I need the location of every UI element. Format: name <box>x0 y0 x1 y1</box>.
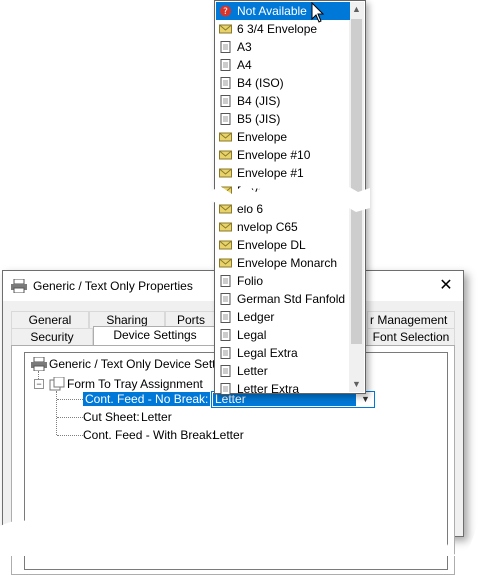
envelope-icon <box>219 204 232 214</box>
page-icon <box>220 77 231 89</box>
dropdown-item[interactable]: Letter Extra <box>216 380 350 398</box>
dropdown-item-label: Not Available <box>237 4 307 18</box>
dropdown-item-label: B4 (ISO) <box>237 76 284 90</box>
svg-text:?: ? <box>223 7 228 17</box>
tab-font-selection[interactable]: Font Selection <box>367 328 455 345</box>
cont-feed-with-break-label[interactable]: Cont. Feed - With Break: <box>83 428 215 442</box>
page-icon <box>220 41 231 53</box>
dropdown-scrollbar[interactable]: ▲ ▼ <box>349 2 364 392</box>
dropdown-item[interactable]: Envelope DL <box>216 236 350 254</box>
envelope-icon <box>219 186 232 196</box>
tab-device-settings[interactable]: Device Settings <box>93 326 217 345</box>
envelope-icon <box>219 150 232 160</box>
envelope-icon <box>219 258 232 268</box>
dropdown-item[interactable]: B5 (JIS) <box>216 110 350 128</box>
tab-color-management[interactable]: r Management <box>367 311 455 328</box>
page-icon <box>220 59 231 71</box>
chevron-down-icon[interactable]: ▼ <box>357 392 374 407</box>
dropdown-item[interactable]: Legal <box>216 326 350 344</box>
dropdown-item-label: Envelope DL <box>237 238 306 252</box>
dropdown-item-label: Envelope #10 <box>237 148 311 162</box>
dropdown-item-label: A3 <box>237 40 252 54</box>
dropdown-item-label: German Std Fanfold <box>237 292 346 306</box>
dropdown-item[interactable]: nvelop C65 <box>216 218 350 236</box>
dropdown-item[interactable]: German Std Fanfold <box>216 290 350 308</box>
dropdown-item-label: Legal Extra <box>237 346 298 360</box>
page-icon <box>220 329 231 341</box>
dropdown-item-label: 6 3/4 Envelope <box>237 22 318 36</box>
tree-root-label: Generic / Text Only Device Setti <box>49 357 219 371</box>
printer-icon <box>11 279 27 293</box>
dropdown-item[interactable]: B4 (ISO) <box>216 74 350 92</box>
envelope-icon <box>219 240 232 250</box>
dropdown-item-label: elo 6 <box>237 202 264 216</box>
dropdown-item[interactable]: Ledger <box>216 308 350 326</box>
tree-connector <box>56 391 57 435</box>
page-icon <box>220 311 231 323</box>
page-icon <box>220 113 231 125</box>
paper-size-dropdown-list[interactable]: ▲ ▼ ? Not Available 6 3/4 Envelope A3 A4 B4 (… <box>214 0 366 396</box>
dropdown-item-label: B5 (JIS) <box>237 112 281 126</box>
dropdown-item[interactable]: ? Not Available <box>216 2 350 20</box>
page-icon <box>220 383 231 395</box>
tree-connector <box>57 435 83 436</box>
cut-sheet-label[interactable]: Cut Sheet: <box>83 410 140 424</box>
dropdown-item[interactable]: Legal Extra <box>216 344 350 362</box>
dropdown-item[interactable]: Enve <box>216 182 350 200</box>
envelope-icon <box>219 168 232 178</box>
tree-connector <box>57 417 83 418</box>
dropdown-item-label: Letter <box>237 364 268 378</box>
dropdown-item[interactable]: Envelope #10 <box>216 146 350 164</box>
dropdown-item-label: Folio <box>237 274 264 288</box>
envelope-icon <box>219 24 232 34</box>
dropdown-item[interactable]: B4 (JIS) <box>216 92 350 110</box>
dropdown-item-label: A4 <box>237 58 252 72</box>
page-icon <box>220 347 231 359</box>
page-icon <box>220 95 231 107</box>
dropdown-item[interactable]: Envelope <box>216 128 350 146</box>
page-icon <box>220 275 231 287</box>
dropdown-item-label: Letter Extra <box>237 382 300 396</box>
scroll-up-icon[interactable]: ▲ <box>349 2 364 17</box>
page-icon <box>220 293 231 305</box>
tree-connector <box>57 399 83 400</box>
dropdown-item-label: Envelope Monarch <box>237 256 338 270</box>
form-tray-icon <box>49 377 65 391</box>
tab-security[interactable]: Security <box>11 328 93 345</box>
not-available-icon: ? <box>220 5 231 17</box>
dropdown-item-label: Envelope #1 <box>237 166 304 180</box>
dropdown-item-label: Legal <box>237 328 267 342</box>
dropdown-item[interactable]: Envelope #1 <box>216 164 350 182</box>
close-icon[interactable]: ✕ <box>433 275 459 297</box>
scrollbar-thumb[interactable] <box>351 19 362 344</box>
printer-icon <box>31 357 47 371</box>
mouse-cursor-icon <box>311 2 325 23</box>
dropdown-item-label: Ledger <box>237 310 275 324</box>
scroll-down-icon[interactable]: ▼ <box>349 377 364 392</box>
window-title: Generic / Text Only Properties <box>33 279 193 293</box>
envelope-icon <box>219 132 232 142</box>
cont-feed-no-break-label[interactable]: Cont. Feed - No Break: <box>83 392 211 406</box>
dropdown-item[interactable]: 6 3/4 Envelope <box>216 20 350 38</box>
dropdown-item[interactable]: Letter <box>216 362 350 380</box>
cont-feed-with-break-value[interactable]: Letter <box>213 428 244 442</box>
tab-general[interactable]: General <box>11 311 89 328</box>
dropdown-item[interactable]: A4 <box>216 56 350 74</box>
envelope-icon <box>219 222 232 232</box>
tree-group-label: Form To Tray Assignment <box>67 377 203 391</box>
dropdown-item-label: B4 (JIS) <box>237 94 281 108</box>
dropdown-item[interactable]: Folio <box>216 272 350 290</box>
dropdown-item[interactable]: elo 6 <box>216 200 350 218</box>
page-icon <box>220 365 231 377</box>
dropdown-item-label: Enve <box>237 184 265 198</box>
dropdown-item-label: nvelop C65 <box>237 220 298 234</box>
collapse-icon[interactable]: − <box>34 379 44 389</box>
dropdown-item[interactable]: A3 <box>216 38 350 56</box>
cut-sheet-value[interactable]: Letter <box>141 410 172 424</box>
dropdown-item-label: Envelope <box>237 130 288 144</box>
dropdown-item[interactable]: Envelope Monarch <box>216 254 350 272</box>
